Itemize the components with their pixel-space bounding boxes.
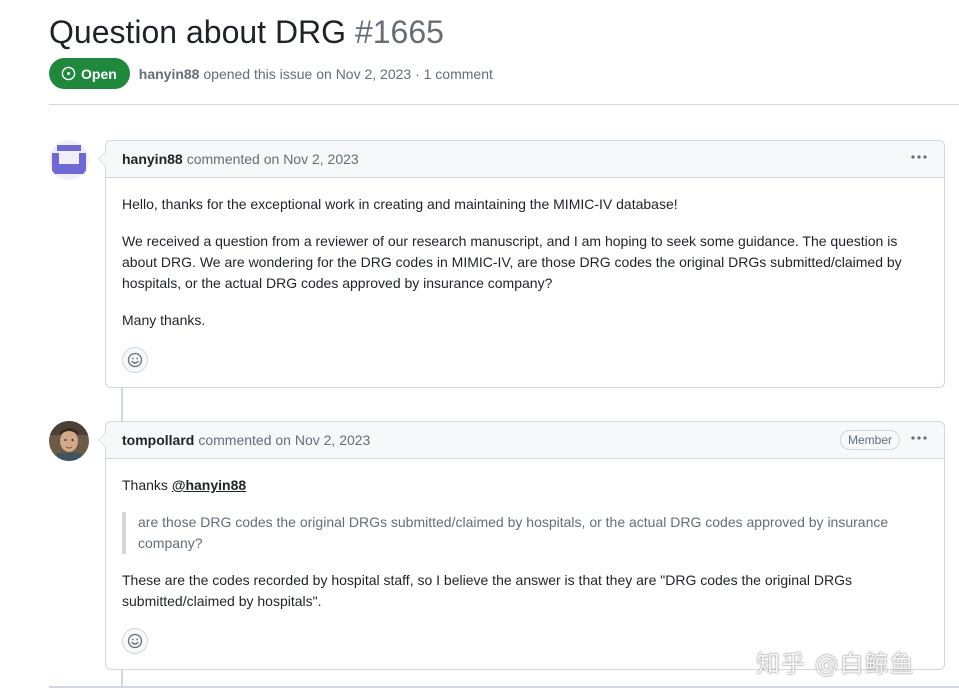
issue-author-link[interactable]: hanyin88 xyxy=(139,66,200,82)
issue-title-text: Question about DRG xyxy=(49,14,347,50)
add-reaction-button[interactable] xyxy=(122,628,148,654)
watermark: 知乎 @白鲸鱼 xyxy=(756,650,915,678)
blockquote: are those DRG codes the original DRGs su… xyxy=(122,512,928,554)
comment-paragraph: We received a question from a reviewer o… xyxy=(122,233,902,291)
comment-header: hanyin88 commented on Nov 2, 2023 xyxy=(106,141,944,178)
add-reaction-button[interactable] xyxy=(122,347,148,373)
state-label: Open xyxy=(81,65,117,82)
timeline-end-divider xyxy=(49,686,959,688)
comment-paragraph: Hello, thanks for the exceptional work i… xyxy=(122,196,678,212)
comment-author[interactable]: tompollard xyxy=(122,432,194,448)
smiley-icon xyxy=(127,352,143,368)
issue-title: Question about DRG #1665 xyxy=(49,12,959,52)
timeline-connector xyxy=(121,670,123,686)
comment-paragraph: These are the codes recorded by hospital… xyxy=(122,572,852,609)
user-mention-link[interactable]: @hanyin88 xyxy=(172,477,246,493)
issue-number[interactable]: #1665 xyxy=(355,14,444,50)
issue-meta: Open hanyin88 opened this issue on Nov 2… xyxy=(49,58,493,89)
kebab-horizontal-icon[interactable] xyxy=(910,149,928,169)
comment-author[interactable]: hanyin88 xyxy=(122,151,183,167)
issue-meta-text: hanyin88 opened this issue on Nov 2, 202… xyxy=(139,66,493,82)
timeline-connector xyxy=(121,388,123,421)
issue-header: Question about DRG #1665 xyxy=(49,12,959,52)
header-divider xyxy=(49,104,959,105)
smiley-icon xyxy=(127,633,143,649)
issue-opened-icon xyxy=(61,66,76,81)
comment-body: Hello, thanks for the exceptional work i… xyxy=(106,178,944,384)
comment-body: Thanks @hanyin88 are those DRG codes the… xyxy=(106,459,944,665)
issue-opened-text: opened this issue on Nov 2, 2023 · 1 com… xyxy=(203,65,493,82)
kebab-horizontal-icon[interactable] xyxy=(910,430,928,450)
member-badge: Member xyxy=(839,430,900,450)
comment-author-avatar[interactable] xyxy=(49,421,89,461)
comment-paragraph: Many thanks. xyxy=(122,312,206,328)
comment-timestamp[interactable]: commented on Nov 2, 2023 xyxy=(198,432,370,448)
photo-avatar xyxy=(49,421,89,461)
comment-card: hanyin88 commented on Nov 2, 2023 Hello,… xyxy=(98,140,945,388)
comment-paragraph: Thanks @hanyin88 xyxy=(122,475,928,496)
state-badge: Open xyxy=(49,58,130,89)
identicon-avatar xyxy=(49,140,89,180)
greeting-text: Thanks xyxy=(122,477,168,493)
comment-timestamp[interactable]: commented on Nov 2, 2023 xyxy=(187,151,359,167)
comment-author-avatar[interactable] xyxy=(49,140,89,180)
comment-card: tompollard commented on Nov 2, 2023 Memb… xyxy=(98,421,945,670)
comment-header: tompollard commented on Nov 2, 2023 Memb… xyxy=(106,422,944,459)
